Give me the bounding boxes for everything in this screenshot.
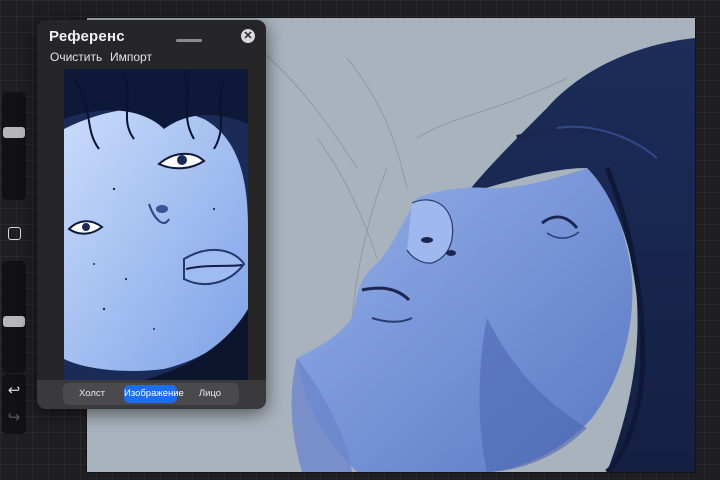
panel-title: Референс xyxy=(49,28,125,45)
redo-button[interactable]: ↪ xyxy=(4,407,24,427)
modify-button[interactable] xyxy=(4,223,24,243)
panel-drag-handle[interactable] xyxy=(176,39,202,42)
reference-mode-bar: Холст Изображение Лицо xyxy=(37,380,266,409)
mode-image-button[interactable]: Изображение xyxy=(124,385,184,403)
import-button[interactable]: Импорт xyxy=(110,50,152,64)
mode-canvas-button[interactable]: Холст xyxy=(65,385,119,403)
clear-button[interactable]: Очистить xyxy=(50,50,102,64)
close-button[interactable]: ✕ xyxy=(241,29,255,43)
square-icon xyxy=(7,226,21,240)
reference-image[interactable] xyxy=(64,69,248,380)
redo-icon: ↪ xyxy=(7,409,21,426)
brush-size-thumb[interactable] xyxy=(3,126,25,138)
undo-button[interactable]: ↩ xyxy=(4,380,24,400)
undo-icon: ↩ xyxy=(7,382,21,399)
reference-photo xyxy=(64,69,248,380)
brush-size-slider[interactable] xyxy=(2,92,26,200)
close-icon: ✕ xyxy=(243,30,253,42)
opacity-slider[interactable] xyxy=(2,261,26,373)
opacity-thumb[interactable] xyxy=(3,316,25,328)
reference-panel: Референс ✕ Очистить Импорт Холст Изображ… xyxy=(37,20,266,409)
mode-face-button[interactable]: Лицо xyxy=(182,385,238,403)
mode-segmented-control: Холст Изображение Лицо xyxy=(63,383,239,405)
